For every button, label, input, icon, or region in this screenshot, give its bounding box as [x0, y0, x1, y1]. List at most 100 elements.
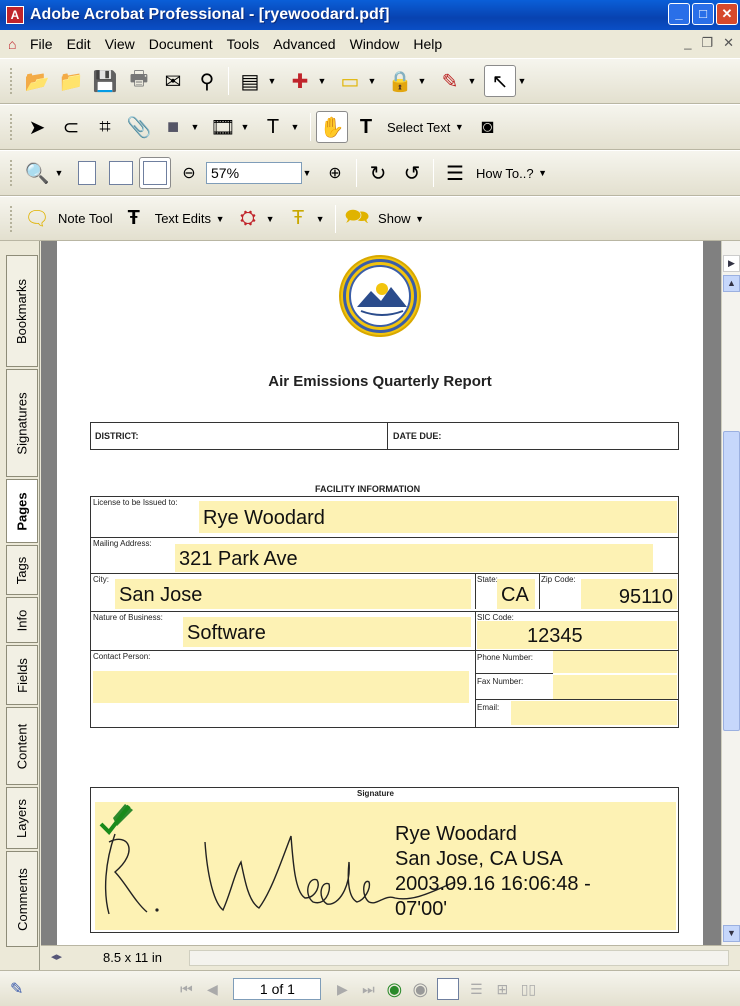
snapshot-icon[interactable]: ◙ [471, 111, 503, 143]
edit-pencil-icon[interactable]: ✎ [10, 979, 23, 999]
zoom-level-input[interactable]: 57% [206, 162, 302, 184]
signature-field[interactable]: Rye Woodard San Jose, CA USA 2003.09.16 … [95, 802, 676, 930]
how-to-label[interactable]: How To..? [476, 166, 534, 181]
minimize-button[interactable]: _ [668, 3, 690, 25]
print-icon[interactable]: 🖶 [123, 65, 155, 97]
chevron-down-icon[interactable]: ▼ [417, 76, 427, 86]
city-field[interactable]: San Jose [115, 579, 471, 609]
menu-document[interactable]: Document [149, 36, 213, 52]
maximize-button[interactable]: □ [692, 3, 714, 25]
doc-minimize-icon[interactable]: _ [684, 35, 691, 51]
menu-help[interactable]: Help [413, 36, 442, 52]
organizer-icon[interactable]: 📁 [55, 65, 87, 97]
first-page-icon[interactable]: ⏮ [173, 977, 199, 1001]
text-edits-label[interactable]: Text Edits [155, 211, 211, 226]
tab-info[interactable]: Info [6, 597, 38, 643]
show-label[interactable]: Show [378, 211, 411, 226]
text-edits-icon[interactable]: Ŧ [118, 203, 150, 235]
save-icon[interactable]: 💾 [89, 65, 121, 97]
next-page-icon[interactable]: ▶ [329, 977, 355, 1001]
chevron-down-icon[interactable]: ▼ [267, 76, 277, 86]
zoom-in-icon[interactable]: 🔍 [21, 157, 53, 189]
movie-tool-icon[interactable]: 🎞 [207, 111, 239, 143]
zoom-in-plus-icon[interactable]: ⊕ [319, 157, 351, 189]
actual-size-icon[interactable] [71, 157, 103, 189]
menu-edit[interactable]: Edit [67, 36, 91, 52]
hand-tool-icon[interactable]: ✋ [316, 111, 348, 143]
menu-window[interactable]: Window [350, 36, 400, 52]
chevron-down-icon[interactable]: ▼ [367, 76, 377, 86]
email-field[interactable] [511, 701, 677, 725]
license-field[interactable]: Rye Woodard [199, 501, 677, 533]
splitter-arrows-icon[interactable]: ◂▸ [51, 950, 62, 963]
fit-width-icon[interactable] [139, 157, 171, 189]
tab-signatures[interactable]: Signatures [6, 369, 38, 477]
previous-view-icon[interactable]: ◉ [381, 977, 407, 1001]
chevron-right-icon[interactable]: ▶ [723, 255, 740, 272]
menu-tools[interactable]: Tools [227, 36, 260, 52]
arrow-select-icon[interactable]: ➤ [21, 111, 53, 143]
fax-number-field[interactable] [553, 675, 677, 699]
comment-icon[interactable]: ▭ [334, 65, 366, 97]
chevron-down-icon[interactable]: ▼ [290, 122, 300, 132]
contact-person-field[interactable] [93, 671, 469, 703]
text-field-icon[interactable]: T [257, 111, 289, 143]
zoom-out-icon[interactable]: ⊖ [173, 157, 205, 189]
tab-fields[interactable]: Fields [6, 645, 38, 705]
chevron-down-icon[interactable]: ▼ [454, 122, 464, 132]
chevron-down-icon[interactable]: ▼ [317, 76, 327, 86]
chevron-down-icon[interactable]: ▼ [415, 214, 425, 224]
sign-pen-icon[interactable]: ✎ [434, 65, 466, 97]
facing-icon[interactable]: ▯▯ [515, 977, 541, 1001]
chevron-down-icon[interactable]: ▼ [190, 122, 200, 132]
scroll-thumb[interactable] [723, 431, 740, 731]
select-object-icon[interactable]: ↖ [484, 65, 516, 97]
adobe-pdf-icon[interactable]: ✚ [284, 65, 316, 97]
scroll-up-icon[interactable]: ▲ [723, 275, 740, 292]
email-icon[interactable]: ✉ [157, 65, 189, 97]
chevron-down-icon[interactable]: ▼ [467, 76, 477, 86]
phone-number-field[interactable] [553, 651, 677, 673]
continuous-icon[interactable]: ☰ [463, 977, 489, 1001]
single-page-icon[interactable] [437, 977, 460, 1000]
chevron-down-icon[interactable]: ▼ [215, 214, 225, 224]
last-page-icon[interactable]: ⏭ [355, 977, 381, 1001]
tab-comments[interactable]: Comments [6, 851, 38, 947]
next-view-icon[interactable]: ◉ [407, 977, 433, 1001]
doc-close-icon[interactable]: ✕ [723, 35, 734, 51]
search-binoculars-icon[interactable]: ⚲ [191, 65, 223, 97]
create-pdf-icon[interactable]: ▤ [234, 65, 266, 97]
show-comments-icon[interactable]: 🗪 [341, 203, 373, 235]
link-tool-icon[interactable]: ⊂ [55, 111, 87, 143]
nature-of-business-field[interactable]: Software [183, 617, 471, 647]
state-field[interactable]: CA [497, 579, 535, 609]
select-text-icon[interactable]: T [350, 111, 382, 143]
sic-code-field[interactable]: 12345 [477, 621, 677, 649]
zip-code-field[interactable]: 95110 [581, 579, 677, 609]
highlight-tool-icon[interactable]: Ŧ [282, 203, 314, 235]
tab-bookmarks[interactable]: Bookmarks [6, 255, 38, 367]
crop-tool-icon[interactable]: ⌗ [89, 111, 121, 143]
previous-page-icon[interactable]: ◀ [199, 977, 225, 1001]
vertical-scrollbar[interactable]: ▶ ▲ ▼ [721, 241, 740, 945]
chevron-down-icon[interactable]: ▼ [517, 76, 527, 86]
tab-tags[interactable]: Tags [6, 545, 38, 595]
chevron-down-icon[interactable]: ▼ [538, 168, 548, 178]
scroll-down-icon[interactable]: ▼ [723, 925, 740, 942]
chevron-down-icon[interactable]: ▼ [240, 122, 250, 132]
page-number-input[interactable]: 1 of 1 [233, 977, 322, 1000]
doc-restore-icon[interactable]: ❐ [701, 35, 713, 51]
tab-layers[interactable]: Layers [6, 787, 38, 849]
secure-lock-icon[interactable]: 🔒 [384, 65, 416, 97]
close-button[interactable]: ✕ [716, 3, 738, 25]
rotate-counterclockwise-icon[interactable]: ↺ [396, 157, 428, 189]
paperclip-icon[interactable]: 📎 [123, 111, 155, 143]
chevron-down-icon[interactable]: ▼ [315, 214, 325, 224]
menu-file[interactable]: File [30, 36, 53, 52]
how-to-icon[interactable]: ☰ [439, 157, 471, 189]
document-view[interactable]: Air Emissions Quarterly Report DISTRICT:… [41, 241, 721, 945]
open-folder-icon[interactable]: 📂 [21, 65, 53, 97]
pdf-document-icon[interactable]: ⌂ [8, 36, 24, 52]
chevron-down-icon[interactable]: ▼ [302, 168, 312, 178]
stamp-tool-icon[interactable]: ⛭ [232, 203, 264, 235]
